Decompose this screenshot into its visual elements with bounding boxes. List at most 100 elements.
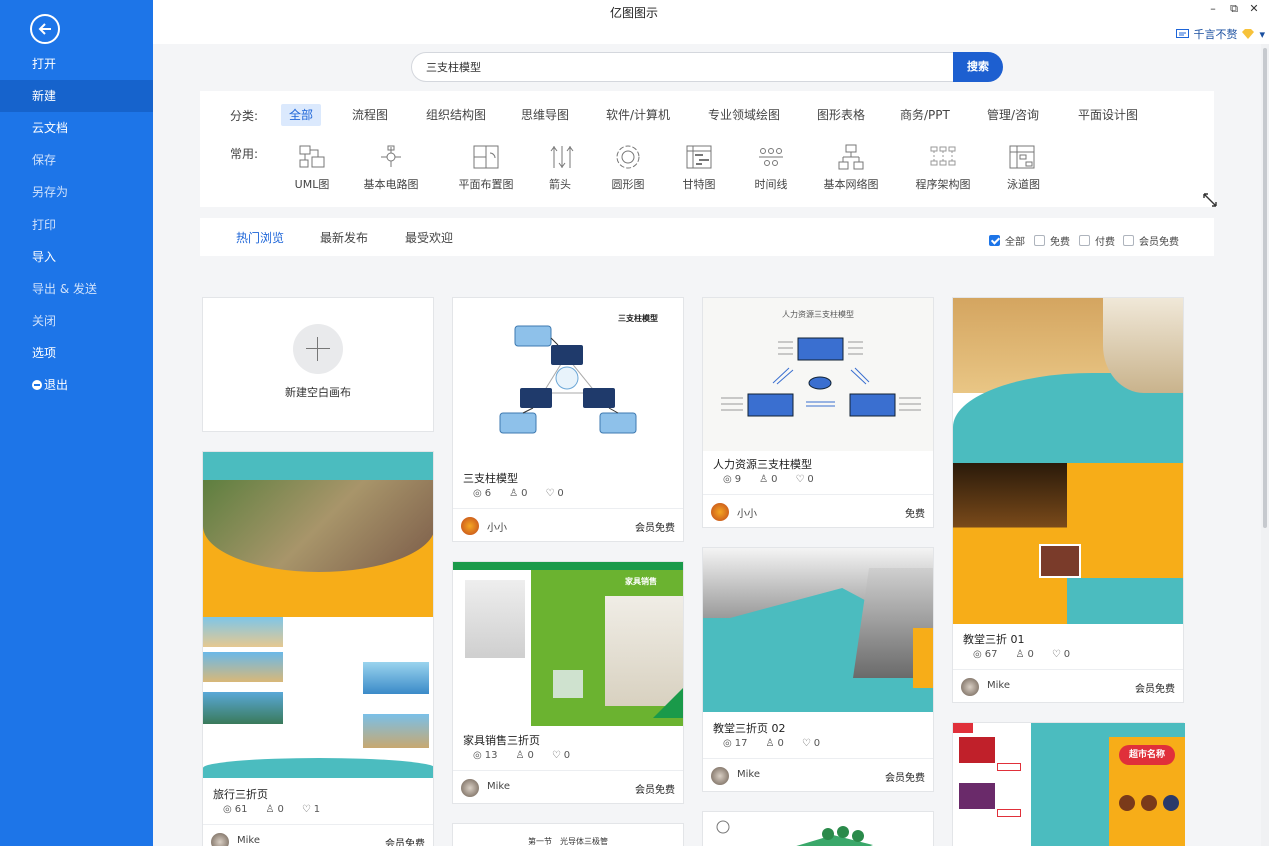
filter-free[interactable]: 免费 [1034,233,1070,248]
template-card[interactable]: 教堂三折页 02 ◎ 17 ♙ 0 ♡ 0 Mike 会员免费 [702,547,934,792]
search-input[interactable] [411,52,956,82]
expand-icon[interactable] [1203,193,1217,207]
heart-icon: ♡ [801,738,811,749]
common-circle[interactable]: 圆形图 [609,143,647,192]
favs-stat: ♡ 0 [802,738,820,749]
author-name[interactable]: 小小 [487,519,507,534]
common-arrow[interactable]: 箭头 [548,143,574,192]
sea-photo [363,714,429,748]
filter-paid[interactable]: 付费 [1079,233,1115,248]
likes-stat: ♙ 0 [759,474,777,485]
avatar[interactable] [711,503,729,521]
avatar[interactable] [961,678,979,696]
uml-icon [298,143,326,171]
author-name[interactable]: Mike [737,769,760,780]
common-swimlane[interactable]: 泳道图 [1007,143,1040,192]
new-blank-label: 新建空白画布 [285,386,351,399]
category-software[interactable]: 软件/计算机 [598,104,678,126]
search-button[interactable]: 搜索 [953,52,1003,82]
template-stats: ◎ 61 ♙ 0 ♡ 1 [223,804,320,815]
category-professional[interactable]: 专业领域绘图 [700,104,788,126]
restore-button[interactable]: ⧉ [1226,2,1242,16]
category-mindmap[interactable]: 思维导图 [513,104,577,126]
tab-hot[interactable]: 热门浏览 [236,229,284,246]
tab-popular[interactable]: 最受欢迎 [405,229,453,246]
avatar[interactable] [461,517,479,535]
license-badge: 会员免费 [885,773,925,784]
user-name[interactable]: 千言不赘 [1193,26,1237,42]
template-card-partial[interactable]: 超市名称 [952,722,1185,846]
sidebar-item-save-as[interactable]: 另存为 [0,176,153,208]
orange-panel: 超市名称 [1109,723,1185,846]
template-card[interactable]: 家具销售 家具销售三折页 ◎ 13 ♙ 0 ♡ 0 Mike 会员免费 [452,561,684,804]
template-card[interactable]: 旅行三折页 ◎ 61 ♙ 0 ♡ 1 Mike 会员免费 [202,451,434,846]
sidebar-item-options[interactable]: 选项 [0,337,153,369]
common-floorplan[interactable]: 平面布置图 [456,143,516,192]
common-timeline[interactable]: 时间线 [752,143,790,192]
template-card-partial[interactable]: 第一节 光导体三极管 [452,823,684,846]
filter-member-free[interactable]: 会员免费 [1123,233,1179,248]
checkbox[interactable] [1034,235,1045,246]
sidebar-item-close[interactable]: 关闭 [0,305,153,337]
sidebar-item-export[interactable]: 导出 & 发送 [0,273,153,305]
sidebar-item-cloud[interactable]: 云文档 [0,112,153,144]
beach-photo [203,617,283,647]
common-uml[interactable]: UML图 [290,143,334,192]
category-graphic-table[interactable]: 图形表格 [809,104,873,126]
sidebar-item-new[interactable]: 新建 [0,80,153,112]
close-button[interactable]: ✕ [1246,2,1262,15]
template-card[interactable]: 三支柱模型 三支柱模型 ◎ 6 ♙ 0 ♡ 0 小小 会员免费 [452,297,684,542]
common-gantt[interactable]: 甘特图 [680,143,718,192]
category-org-chart[interactable]: 组织结构图 [418,104,494,126]
back-arrow-icon[interactable] [30,14,60,44]
user-menu[interactable]: 千言不赘 ▾ [1176,26,1265,42]
chevron-down-icon[interactable]: ▾ [1259,28,1265,41]
new-blank-canvas-card[interactable]: 新建空白画布 [202,297,434,432]
filter-all[interactable]: 全部 [989,233,1025,248]
common-circuit[interactable]: 基本电路图 [363,143,419,192]
sidebar-item-save[interactable]: 保存 [0,144,153,176]
minimize-button[interactable]: – [1205,2,1221,15]
green-top-strip [453,562,683,570]
common-gantt-label: 甘特图 [682,178,716,191]
author-name[interactable]: Mike [237,835,260,846]
common-architecture[interactable]: 程序架构图 [915,143,971,192]
checkbox[interactable] [1079,235,1090,246]
category-flowchart[interactable]: 流程图 [344,104,396,126]
sidebar-item-exit[interactable]: 退出 [0,369,153,401]
author-name[interactable]: Mike [487,781,510,792]
sidebar-item-open[interactable]: 打开 [0,48,153,80]
favs-count: 0 [807,474,814,485]
eye-icon: ◎ [723,738,732,749]
heart-icon: ♡ [545,488,555,499]
category-graphic-design[interactable]: 平面设计图 [1070,104,1146,126]
avatar[interactable] [461,779,479,797]
avatar[interactable] [711,767,729,785]
category-all[interactable]: 全部 [281,104,322,126]
sidebar-item-print[interactable]: 打印 [0,209,153,241]
template-card[interactable]: 教堂三折 01 ◎ 67 ♙ 0 ♡ 0 Mike 会员免费 [952,297,1184,703]
checkbox-checked[interactable] [989,235,1000,246]
scrollbar-thumb[interactable] [1263,48,1267,528]
author-name[interactable]: Mike [987,680,1010,691]
template-card[interactable]: 人力资源三支柱模型 人力资源三支柱模型 ◎ 9 ♙ 0 ♡ 0 小小 免费 [702,297,934,528]
favs-stat: ♡ 0 [545,488,563,499]
thumbs-up-icon: ♙ [759,474,769,485]
heart-icon: ♡ [551,750,561,761]
eye-icon: ◎ [473,750,482,761]
main-area: 亿图图示 – ⧉ ✕ 千言不赘 ▾ 搜索 分类: 全部 流程图 组织结构图 思维… [153,0,1269,846]
views-stat: ◎ 67 [973,649,997,660]
message-icon[interactable] [1176,28,1190,40]
avatar[interactable] [211,833,229,846]
thumb-title: 第一节 光导体三极管 [528,837,608,846]
category-business-ppt[interactable]: 商务/PPT [892,104,958,126]
common-uml-label: UML图 [294,178,330,191]
category-management[interactable]: 管理/咨询 [979,104,1047,126]
exit-icon [32,380,42,390]
template-card-partial[interactable] [702,811,934,846]
author-name[interactable]: 小小 [737,505,757,520]
sidebar-item-import[interactable]: 导入 [0,241,153,273]
checkbox[interactable] [1123,235,1134,246]
tab-latest[interactable]: 最新发布 [320,229,368,246]
common-network[interactable]: 基本网络图 [823,143,879,192]
